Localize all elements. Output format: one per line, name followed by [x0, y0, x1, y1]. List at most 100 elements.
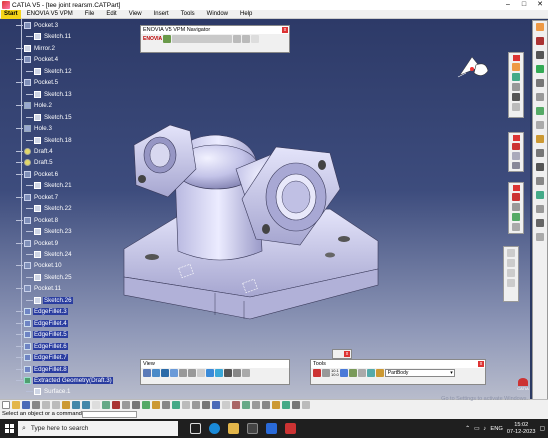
mail-icon[interactable] — [266, 423, 277, 434]
3d-viewport[interactable]: Pocket.3 Sketch.11 Mirror.2 Pocket.4 Sketch.… — [0, 19, 530, 399]
tool-icon[interactable] — [132, 401, 140, 409]
shell-icon[interactable] — [512, 223, 520, 231]
save-icon[interactable] — [22, 401, 30, 409]
help-icon[interactable] — [251, 35, 260, 43]
store-icon[interactable] — [247, 423, 258, 434]
tee-joint-part[interactable] — [0, 19, 530, 399]
view-toolbar[interactable]: View — [140, 359, 290, 385]
menu-window[interactable]: Window — [201, 10, 234, 19]
command-input[interactable] — [82, 411, 137, 418]
print-icon[interactable] — [32, 401, 40, 409]
menu-insert[interactable]: Insert — [148, 10, 175, 19]
tool-icon[interactable] — [272, 401, 280, 409]
navigator-tool-icon[interactable] — [163, 35, 172, 43]
compass-icon[interactable] — [452, 51, 492, 85]
whats-this-icon[interactable] — [92, 401, 100, 409]
tray-chevron-icon[interactable]: ⌃ — [465, 426, 470, 432]
language-indicator[interactable]: ENG — [490, 426, 503, 432]
tool-icon[interactable] — [232, 401, 240, 409]
right-toolbar-dress-up[interactable] — [508, 182, 524, 234]
menu-view[interactable]: View — [123, 10, 148, 19]
chevron-down-icon[interactable]: ▾ — [450, 370, 453, 376]
volume-icon[interactable]: ♪ — [483, 426, 486, 432]
notifications-icon[interactable]: ▢ — [540, 426, 545, 432]
right-toolbar-constraints[interactable] — [503, 246, 519, 302]
chamfer-icon[interactable] — [512, 203, 520, 211]
update-icon[interactable] — [313, 369, 321, 377]
views-icon[interactable] — [206, 369, 214, 377]
constraint-icon[interactable] — [507, 269, 515, 277]
fit-all-icon[interactable] — [152, 369, 160, 377]
tool-icon[interactable] — [375, 369, 384, 377]
network-icon[interactable]: ▭ — [474, 426, 479, 432]
tiny-toolbar-close-button[interactable]: x — [344, 351, 350, 357]
enovia-navigator-toolbar[interactable]: ENOVIA V5 VPM Navigator x ENOVIA — [140, 25, 290, 53]
axis-system-icon[interactable] — [512, 103, 520, 111]
body-select[interactable]: PartBody ▾ — [384, 369, 455, 377]
menu-enovia[interactable]: ENOVIA V5 VPM — [21, 10, 79, 19]
menu-edit[interactable]: Edit — [100, 10, 122, 19]
right-toolbar-edge[interactable] — [532, 20, 548, 400]
redo-icon[interactable] — [82, 401, 90, 409]
toolbar-close-button[interactable] — [512, 185, 520, 191]
tools-toolbar[interactable]: Tools x 10.1 10.0 PartBody ▾ — [310, 359, 486, 385]
normal-view-icon[interactable] — [197, 369, 205, 377]
rotate-icon[interactable] — [170, 369, 178, 377]
pocket-icon[interactable] — [512, 152, 520, 160]
tool-icon[interactable] — [152, 401, 160, 409]
draft-icon[interactable] — [512, 213, 520, 221]
menu-file[interactable]: File — [79, 10, 101, 19]
tool-icon[interactable] — [536, 191, 544, 199]
tool-icon[interactable] — [536, 219, 544, 227]
navigator-tool-icon[interactable] — [172, 35, 233, 43]
toolbar-close-button[interactable] — [512, 55, 520, 61]
menu-tools[interactable]: Tools — [175, 10, 201, 19]
tools-close-button[interactable]: x — [478, 361, 484, 367]
sketch-icon[interactable] — [512, 63, 520, 71]
navigator-close-button[interactable]: x — [282, 27, 288, 33]
tool-icon[interactable] — [182, 401, 190, 409]
shaft-icon[interactable] — [512, 161, 520, 169]
tool-icon[interactable] — [292, 401, 300, 409]
constraint-icon[interactable] — [507, 279, 515, 287]
task-view-icon[interactable] — [190, 423, 201, 434]
catia-taskbar-icon[interactable] — [285, 423, 296, 434]
tool-icon[interactable] — [536, 121, 544, 129]
tool-icon[interactable] — [536, 107, 544, 115]
close-button[interactable]: ✕ — [532, 0, 548, 10]
toolbar-close-button[interactable] — [512, 135, 520, 141]
tool-icon[interactable] — [252, 401, 260, 409]
new-icon[interactable] — [2, 401, 10, 409]
tool-icon[interactable] — [172, 401, 180, 409]
grid-icon[interactable] — [512, 93, 520, 101]
tool-icon[interactable] — [357, 369, 366, 377]
position-sketch-icon[interactable] — [512, 73, 520, 81]
tool-icon[interactable] — [536, 93, 544, 101]
file-explorer-icon[interactable] — [228, 423, 239, 434]
tool-icon[interactable] — [222, 401, 230, 409]
pan-icon[interactable] — [161, 369, 169, 377]
navigator-tool-icon[interactable] — [233, 35, 242, 43]
tool-icon[interactable] — [262, 401, 270, 409]
tool-icon[interactable] — [536, 135, 544, 143]
tiny-toolbar[interactable]: x — [332, 349, 352, 359]
undo-icon[interactable] — [72, 401, 80, 409]
menu-start[interactable]: Start — [1, 9, 21, 19]
edge-icon[interactable] — [209, 423, 220, 434]
right-toolbar-features[interactable] — [508, 132, 524, 172]
tool-icon[interactable] — [242, 401, 250, 409]
tool-icon[interactable] — [536, 163, 544, 171]
tool-icon[interactable] — [339, 369, 348, 377]
tool-icon[interactable] — [348, 369, 357, 377]
zoom-out-icon[interactable] — [188, 369, 196, 377]
start-button[interactable] — [0, 419, 18, 438]
tool-icon[interactable] — [536, 23, 544, 31]
zoom-in-icon[interactable] — [179, 369, 187, 377]
tool-icon[interactable] — [536, 51, 544, 59]
tool-icon[interactable] — [282, 401, 290, 409]
point-icon[interactable] — [512, 83, 520, 91]
tool-icon[interactable] — [192, 401, 200, 409]
tool-icon[interactable] — [536, 37, 544, 45]
maximize-button[interactable]: □ — [516, 0, 532, 10]
pad-icon[interactable] — [512, 142, 520, 151]
